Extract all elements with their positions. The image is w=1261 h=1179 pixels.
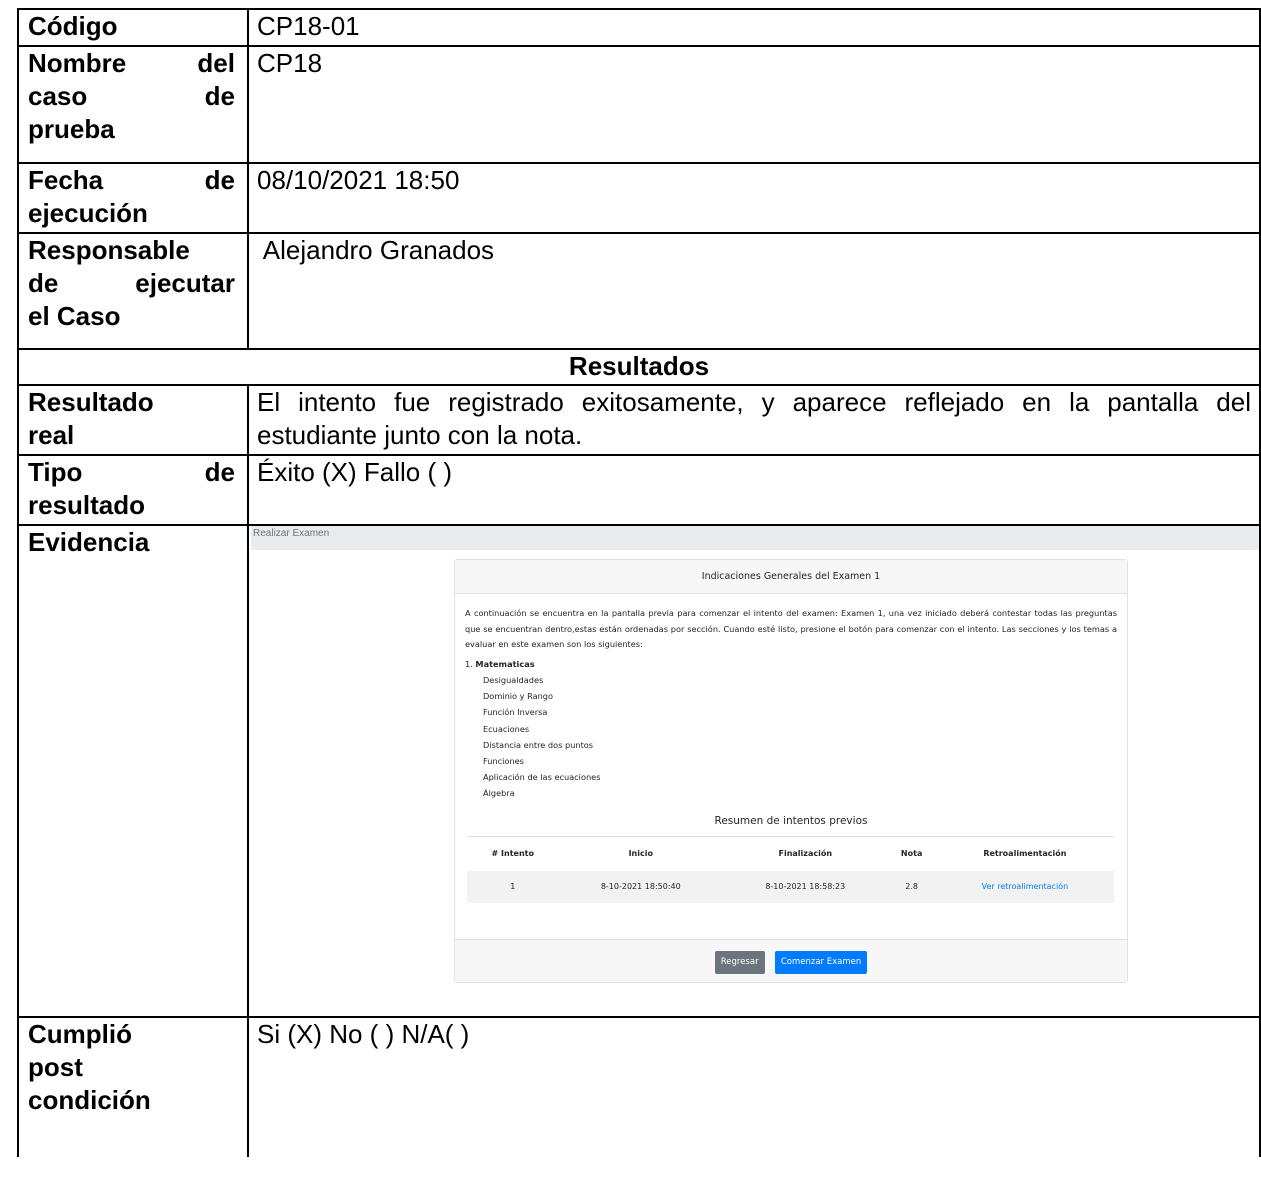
label-codigo: Código <box>17 8 249 47</box>
label-line: resultado <box>28 490 146 520</box>
attempt-start: 8-10-2021 18:50:40 <box>558 870 724 903</box>
label-line: Resultado <box>28 387 154 417</box>
label-nombre: Nombre del caso de prueba <box>17 45 249 164</box>
column-header: Nota <box>887 835 936 871</box>
label-line: ejecución <box>28 198 148 228</box>
summary-title: Resumen de intentos previos <box>714 814 868 827</box>
value-cumplio: Si (X) No ( ) N/A( ) <box>247 1016 1261 1157</box>
attempt-end: 8-10-2021 18:58:23 <box>723 870 888 903</box>
exam-card: Indicaciones Generales del Examen 1 A co… <box>454 559 1128 983</box>
topic-item: Desigualdades <box>483 675 544 685</box>
section-heading: 1. Matematicas <box>465 657 1117 673</box>
section-resultados: Resultados <box>17 348 1261 386</box>
label-evidencia: Evidencia <box>17 524 249 1018</box>
card-body: A continuación se encuentra en la pantal… <box>455 594 1127 903</box>
topic-item: Ecuaciones <box>483 723 530 734</box>
topic-item: Dominio y Rango <box>483 691 554 702</box>
card-title: Indicaciones Generales del Examen 1 <box>455 560 1127 594</box>
value-tipo: Éxito (X) Fallo ( ) <box>247 454 1261 526</box>
topic-item: Álgebra <box>483 788 515 799</box>
card-footer: Regresar Comenzar Examen <box>455 939 1127 982</box>
label-line: Fecha de <box>28 165 235 195</box>
topic-list: Desigualdades Dominio y Rango Función In… <box>465 672 1117 802</box>
column-header: # Intento <box>467 835 559 871</box>
value-nombre: CP18 <box>247 45 1261 164</box>
start-exam-button[interactable]: Comenzar Examen <box>774 951 868 974</box>
section-name: Matematicas <box>475 658 535 669</box>
exam-instructions: A continuación se encuentra en la pantal… <box>465 608 1117 649</box>
value-fecha: 08/10/2021 18:50 <box>247 162 1261 234</box>
label-resultado-real: Resultado real <box>17 384 249 456</box>
label-line: prueba <box>28 114 115 144</box>
label-line: Tipo de <box>28 457 235 487</box>
value-responsable: Alejandro Granados <box>247 232 1261 350</box>
section-number: 1. <box>465 658 473 669</box>
topic-item: Funciones <box>483 756 524 767</box>
label-line: condición <box>28 1085 151 1115</box>
label-line: Responsable <box>28 235 190 265</box>
feedback-link[interactable]: Ver retroalimentación <box>935 870 1114 903</box>
topic-item: Distancia entre dos puntos <box>483 739 594 750</box>
label-line: el Caso <box>28 301 121 331</box>
label-line: caso de <box>28 81 235 111</box>
attempt-grade: 2.8 <box>887 870 936 903</box>
label-tipo: Tipo de resultado <box>17 454 249 526</box>
value-resultado-real: El intento fue registrado exitosamente, … <box>247 384 1261 456</box>
label-line: post <box>28 1052 83 1082</box>
back-button[interactable]: Regresar <box>714 951 765 974</box>
label-line: real <box>28 420 75 450</box>
label-responsable: Responsable de ejecutar el Caso <box>17 232 249 350</box>
label-line: Cumplió <box>28 1019 132 1049</box>
topic-item: Aplicación de las ecuaciones <box>483 772 601 783</box>
label-cumplio: Cumplió post condición <box>17 1016 249 1157</box>
evidence-cell: Realizar Examen Indicaciones Generales d… <box>247 524 1261 1018</box>
value-codigo: CP18-01 <box>247 8 1261 47</box>
column-header: Retroalimentación <box>935 835 1114 871</box>
label-line: Nombre del <box>28 48 235 78</box>
attempt-number: 1 <box>467 870 559 903</box>
topic-item: Función Inversa <box>483 707 548 718</box>
evidence-screenshot: Realizar Examen Indicaciones Generales d… <box>249 526 1259 1016</box>
table-row: 1 8-10-2021 18:50:40 8-10-2021 18:58:23 … <box>467 870 1114 903</box>
attempts-table: # Intento Inicio Finalización Nota Retro… <box>467 835 1114 903</box>
column-header: Inicio <box>558 835 724 871</box>
label-line: de ejecutar <box>28 268 235 298</box>
app-top-bar: Realizar Examen <box>251 526 1259 550</box>
test-case-table: Código CP18-01 Nombre del caso de prueba… <box>17 8 1261 1157</box>
column-header: Finalización <box>723 835 888 871</box>
label-fecha: Fecha de ejecución <box>17 162 249 234</box>
